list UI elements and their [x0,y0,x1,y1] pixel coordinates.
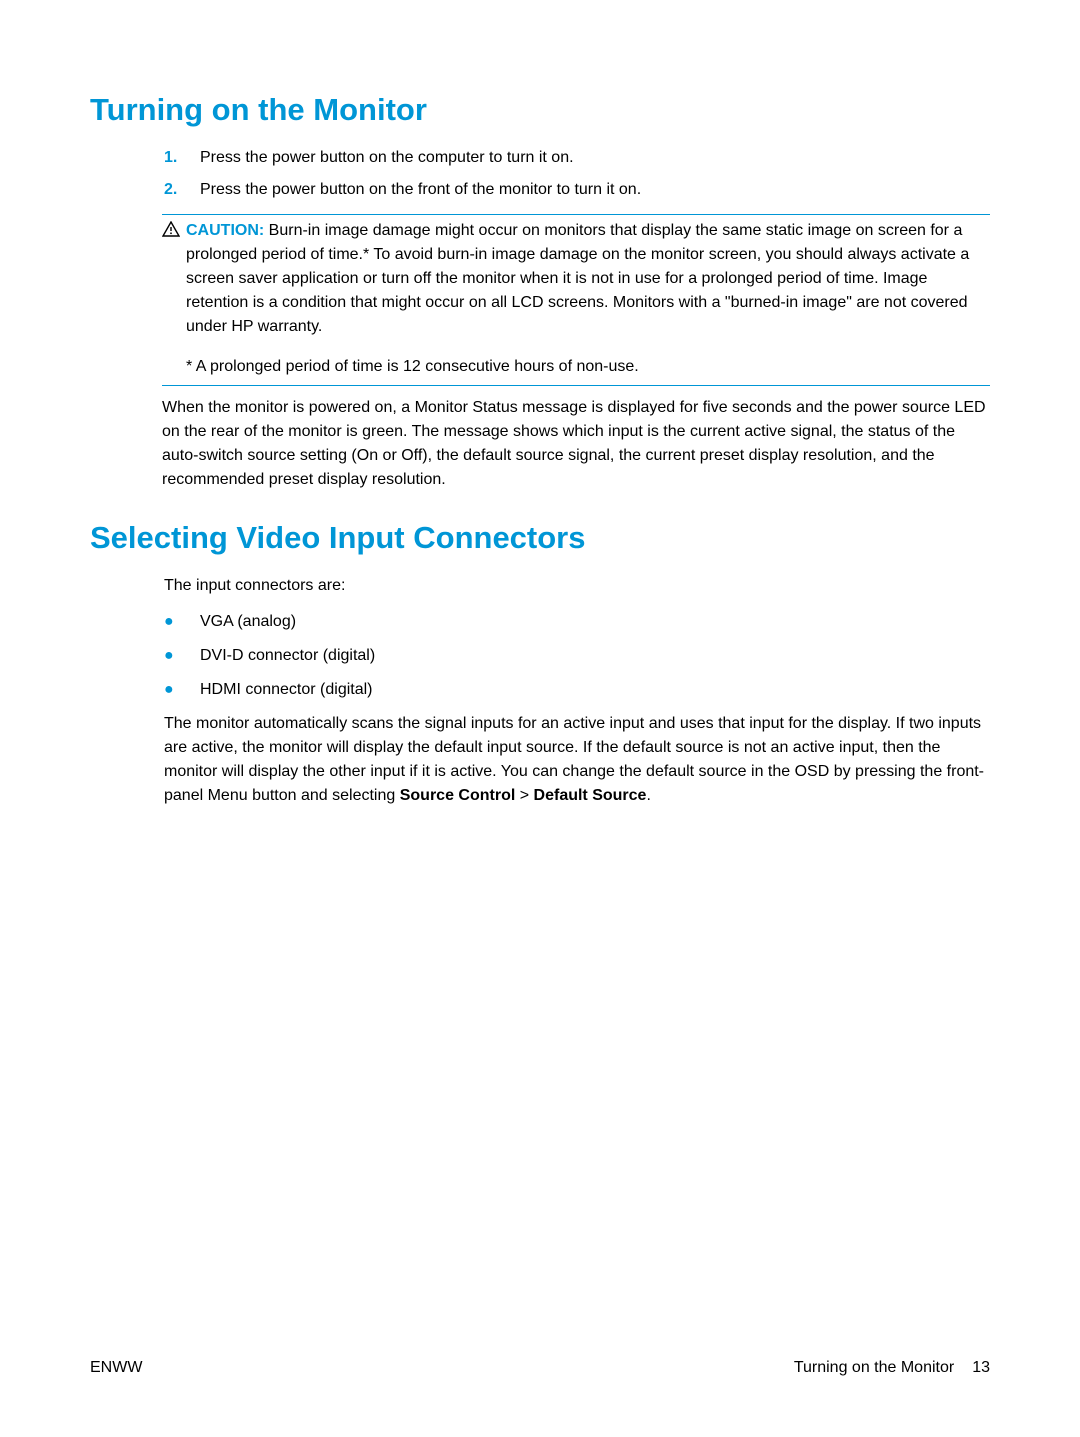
caution-body-text: Burn-in image damage might occur on moni… [186,222,969,335]
body-paragraph: The monitor automatically scans the sign… [164,712,990,808]
step-item: 2. Press the power button on the front o… [164,178,990,202]
bold-text-2: Default Source [534,787,647,804]
caution-text: CAUTION: Burn-in image damage might occu… [186,219,990,379]
step-number: 1. [164,146,200,170]
caution-top-rule [162,214,990,215]
step-number: 2. [164,178,200,202]
step-item: 1. Press the power button on the compute… [164,146,990,170]
bullet-text: HDMI connector (digital) [200,678,373,702]
caution-footnote: * A prolonged period of time is 12 conse… [186,355,990,379]
list-item: ● VGA (analog) [164,610,990,634]
bullet-icon: ● [164,644,200,668]
bullet-text: VGA (analog) [200,610,296,634]
bullet-text: DVI-D connector (digital) [200,644,375,668]
step-text: Press the power button on the computer t… [200,146,574,170]
page-footer: ENWW Turning on the Monitor 13 [90,1359,990,1377]
step-text: Press the power button on the front of t… [200,178,641,202]
body-text-end: . [646,787,650,804]
footer-page-number: 13 [972,1359,990,1377]
bold-text-1: Source Control [400,787,516,804]
steps-list: 1. Press the power button on the compute… [164,146,990,202]
caution-bottom-rule [162,385,990,386]
post-caution-paragraph: When the monitor is powered on, a Monito… [162,396,990,492]
warning-icon [162,221,180,245]
caution-block: CAUTION: Burn-in image damage might occu… [162,214,990,386]
list-item: ● DVI-D connector (digital) [164,644,990,668]
bullet-icon: ● [164,678,200,702]
bullet-list: ● VGA (analog) ● DVI-D connector (digita… [164,610,990,702]
list-item: ● HDMI connector (digital) [164,678,990,702]
caution-label: CAUTION: [186,222,264,239]
footer-left: ENWW [90,1359,142,1377]
bullet-icon: ● [164,610,200,634]
footer-section-name: Turning on the Monitor [794,1359,954,1377]
section-heading-1: Turning on the Monitor [90,92,990,128]
section-heading-2: Selecting Video Input Connectors [90,520,990,556]
body-gt: > [515,787,533,804]
intro-text: The input connectors are: [164,574,990,598]
